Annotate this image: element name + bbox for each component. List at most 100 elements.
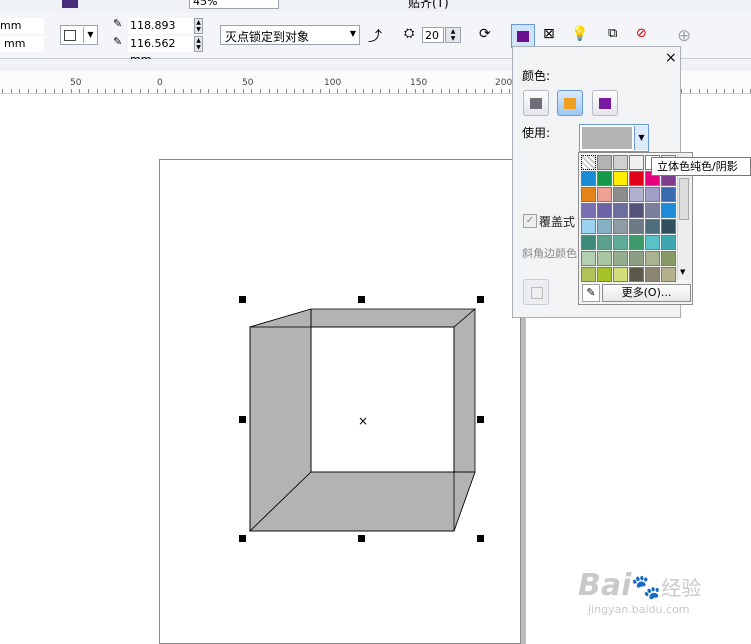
chevron-down-icon: ▼ — [349, 29, 356, 38]
extrude-bevel-icon[interactable]: ⊠ — [543, 26, 563, 46]
color-swatch[interactable] — [581, 219, 596, 234]
object-height-field[interactable]: mm — [0, 36, 44, 52]
color-swatch[interactable] — [597, 219, 612, 234]
color-swatch[interactable] — [597, 251, 612, 266]
color-swatch[interactable] — [597, 203, 612, 218]
selection-handle-w[interactable] — [239, 416, 246, 423]
color-swatch[interactable] — [661, 235, 676, 250]
apply-button[interactable] — [523, 279, 549, 305]
close-icon[interactable]: × — [665, 50, 677, 66]
color-swatch[interactable] — [661, 203, 676, 218]
selection-handle-sw[interactable] — [239, 535, 246, 542]
ruler-label: 50 — [242, 78, 254, 88]
color-swatch[interactable] — [597, 155, 612, 170]
overprint-checkbox[interactable]: ✓ — [523, 214, 537, 228]
current-color-swatch — [582, 127, 632, 149]
color-swatch[interactable] — [629, 267, 644, 282]
color-swatch[interactable] — [629, 155, 644, 170]
no-color-swatch[interactable] — [581, 155, 596, 170]
color-swatch[interactable] — [613, 267, 628, 282]
color-swatch[interactable] — [597, 171, 612, 186]
chevron-down-icon[interactable]: ▼ — [634, 126, 648, 150]
color-swatch[interactable] — [613, 171, 628, 186]
color-swatch[interactable] — [645, 235, 660, 250]
color-swatch[interactable] — [597, 235, 612, 250]
extrude-color-icon[interactable] — [511, 24, 535, 48]
color-swatch[interactable] — [613, 219, 628, 234]
color-swatch[interactable] — [613, 187, 628, 202]
color-swatch[interactable] — [613, 203, 628, 218]
solid-color-picker[interactable]: ▼ — [579, 124, 649, 152]
selection-handle-s[interactable] — [358, 535, 365, 542]
eyedropper-button[interactable]: ✎ — [582, 284, 600, 302]
use-solid-color-button[interactable] — [557, 90, 583, 116]
ruler-tick — [191, 89, 192, 93]
color-swatch[interactable] — [629, 219, 644, 234]
color-swatch[interactable] — [645, 267, 660, 282]
vp-x-spinner[interactable]: ▲ ▼ — [194, 18, 203, 34]
snap-menu[interactable]: 贴齐(T) — [408, 0, 449, 11]
zoom-field[interactable]: 45% — [189, 0, 279, 9]
color-swatch[interactable] — [629, 235, 644, 250]
vanishing-point-select[interactable]: 灭点锁定到对象 ▼ — [220, 25, 360, 45]
selection-handle-e[interactable] — [477, 416, 484, 423]
color-swatch[interactable] — [645, 187, 660, 202]
ruler-tick — [28, 89, 29, 93]
more-colors-button[interactable]: 更多(O)... — [602, 284, 691, 302]
copy-vanishing-point-icon[interactable]: ⤴ — [368, 26, 388, 46]
extruded-square-object[interactable]: × — [240, 296, 485, 542]
color-swatch[interactable] — [645, 251, 660, 266]
color-swatch[interactable] — [597, 267, 612, 282]
color-swatch[interactable] — [661, 187, 676, 202]
depth-field[interactable]: 20 — [422, 27, 444, 43]
ruler-tick — [157, 89, 158, 93]
ruler-tick — [742, 89, 743, 93]
selection-handle-ne[interactable] — [477, 296, 484, 303]
color-swatch[interactable] — [661, 219, 676, 234]
selection-handle-nw[interactable] — [239, 296, 246, 303]
extrude-rotation-icon[interactable]: ⟳ — [479, 26, 499, 46]
ruler-tick — [294, 89, 295, 93]
vanishing-point-x-field[interactable]: 118.893 mm — [128, 18, 193, 48]
use-color-shading-button[interactable] — [592, 90, 618, 116]
color-swatch[interactable] — [629, 171, 644, 186]
ruler-tick — [45, 89, 46, 93]
selection-handle-se[interactable] — [477, 535, 484, 542]
use-object-fill-button[interactable] — [523, 90, 549, 116]
color-swatch[interactable] — [629, 187, 644, 202]
color-swatch[interactable] — [661, 251, 676, 266]
vanishing-point-y-field[interactable]: 116.562 mm — [128, 36, 193, 66]
selection-handle-n[interactable] — [358, 296, 365, 303]
color-swatch[interactable] — [597, 187, 612, 202]
ruler-tick — [398, 89, 399, 93]
copy-extrude-icon[interactable]: ⧉ — [608, 26, 628, 46]
scroll-down-icon[interactable]: ▼ — [680, 268, 685, 276]
extrude-lighting-icon[interactable]: 💡 — [571, 26, 591, 46]
ruler-tick — [312, 89, 313, 93]
color-swatch[interactable] — [629, 251, 644, 266]
color-swatch[interactable] — [661, 267, 676, 282]
depth-spinner[interactable]: ▲ ▼ — [445, 27, 461, 43]
vp-y-spinner[interactable]: ▲ ▼ — [194, 36, 203, 52]
color-swatch[interactable] — [629, 203, 644, 218]
color-swatch[interactable] — [613, 235, 628, 250]
add-preset-icon[interactable]: ⊕ — [677, 26, 697, 46]
color-swatch[interactable] — [613, 251, 628, 266]
clear-extrude-icon[interactable]: ⊘ — [636, 26, 656, 46]
color-swatch[interactable] — [613, 155, 628, 170]
ruler-tick — [466, 89, 467, 93]
color-swatch[interactable] — [645, 203, 660, 218]
app-icon[interactable] — [62, 0, 78, 8]
color-swatch[interactable] — [581, 235, 596, 250]
extrude-preset-dropdown[interactable]: ▼ — [60, 25, 98, 45]
color-swatch[interactable] — [581, 251, 596, 266]
color-swatch[interactable] — [645, 219, 660, 234]
color-swatch[interactable] — [581, 203, 596, 218]
color-swatch[interactable] — [581, 171, 596, 186]
ruler-tick — [492, 89, 493, 93]
object-width-field[interactable]: mm — [0, 18, 44, 34]
scroll-thumb[interactable] — [679, 178, 689, 220]
color-swatch[interactable] — [581, 267, 596, 282]
color-swatch[interactable] — [581, 187, 596, 202]
ruler-tick — [277, 89, 278, 93]
